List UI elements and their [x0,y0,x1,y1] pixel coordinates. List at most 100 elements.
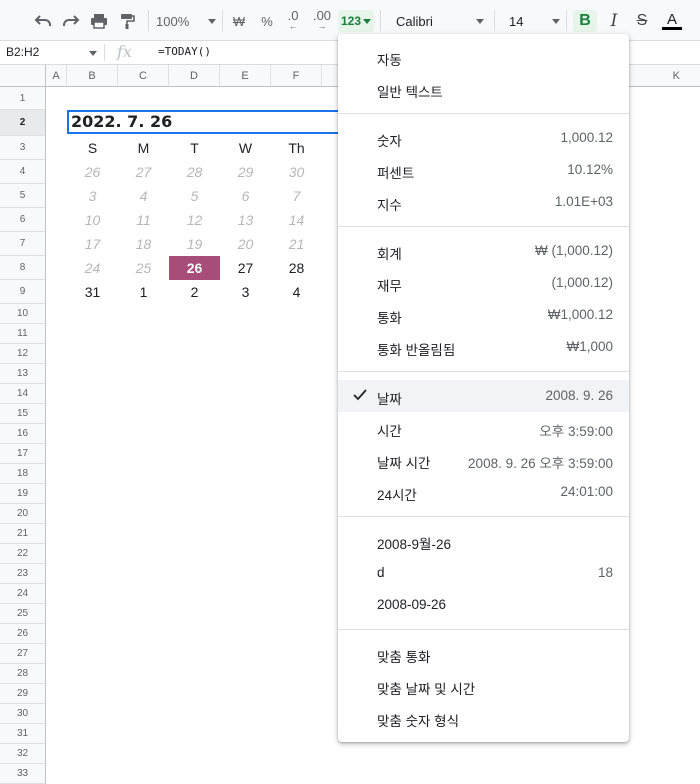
strikethrough-button[interactable]: S [631,10,653,32]
weekday-header[interactable]: Th [271,136,322,160]
chevron-down-icon[interactable] [89,51,97,56]
column-header-a[interactable]: A [46,65,67,87]
format-option[interactable]: 일반 텍스트 [338,73,629,105]
row-header-32[interactable]: 32 [0,744,46,764]
title-cell[interactable]: 2022. 7. 26 [67,110,342,134]
calendar-cell[interactable]: 4 [271,280,322,304]
calendar-cell[interactable]: 25 [118,256,169,280]
row-header-22[interactable]: 22 [0,544,46,564]
calendar-cell[interactable]: 27 [118,160,169,184]
format-option[interactable]: 통화 ₩1,000.12 [338,299,629,331]
row-header-12[interactable]: 12 [0,344,46,364]
row-header-11[interactable]: 11 [0,324,46,344]
calendar-cell[interactable]: 7 [271,184,322,208]
format-option[interactable]: 시간 오후 3:59:00 [338,412,629,444]
more-formats-button[interactable]: 123 [338,10,374,32]
formula-input[interactable]: =TODAY() [158,45,211,58]
text-color-button[interactable]: A [660,10,684,32]
format-option[interactable]: 2008-9월-26 [338,525,629,557]
name-box[interactable]: B2:H2 [6,45,39,59]
undo-icon[interactable] [32,10,54,32]
row-header-5[interactable]: 5 [0,184,46,208]
zoom-select[interactable]: 100% [156,10,216,32]
calendar-cell[interactable]: 2 [169,280,220,304]
row-header-33[interactable]: 33 [0,764,46,784]
select-all-corner[interactable] [0,65,46,87]
row-header-6[interactable]: 6 [0,208,46,232]
weekday-header[interactable]: M [118,136,169,160]
row-header-1[interactable]: 1 [0,87,46,110]
row-header-15[interactable]: 15 [0,404,46,424]
calendar-cell[interactable]: 1 [118,280,169,304]
calendar-cell[interactable]: 12 [169,208,220,232]
calendar-cell[interactable]: 4 [118,184,169,208]
format-option[interactable]: 날짜 2008. 9. 26 [338,380,629,412]
row-header-27[interactable]: 27 [0,644,46,664]
row-header-2[interactable]: 2 [0,110,46,136]
weekday-header[interactable]: S [67,136,118,160]
format-option[interactable]: 2008-09-26 [338,589,629,621]
paint-format-icon[interactable] [116,10,138,32]
calendar-cell[interactable]: 6 [220,184,271,208]
currency-format-button[interactable]: ₩ [229,10,249,32]
row-header-31[interactable]: 31 [0,724,46,744]
row-header-28[interactable]: 28 [0,664,46,684]
calendar-cell[interactable]: 21 [271,232,322,256]
print-icon[interactable] [88,10,110,32]
row-header-25[interactable]: 25 [0,604,46,624]
calendar-cell[interactable]: 28 [271,256,322,280]
calendar-cell[interactable]: 14 [271,208,322,232]
format-option[interactable]: 맞춤 날짜 및 시간 [338,670,629,702]
column-header-d[interactable]: D [169,65,220,87]
italic-button[interactable]: I [603,10,625,32]
row-header-30[interactable]: 30 [0,704,46,724]
column-header-f[interactable]: F [271,65,322,87]
format-option[interactable]: 숫자 1,000.12 [338,122,629,154]
calendar-cell[interactable]: 27 [220,256,271,280]
calendar-cell[interactable]: 19 [169,232,220,256]
row-header-24[interactable]: 24 [0,584,46,604]
column-header-b[interactable]: B [67,65,118,87]
calendar-cell[interactable]: 24 [67,256,118,280]
row-header-13[interactable]: 13 [0,364,46,384]
calendar-cell[interactable]: 29 [220,160,271,184]
calendar-cell[interactable]: 20 [220,232,271,256]
row-header-10[interactable]: 10 [0,304,46,324]
row-header-4[interactable]: 4 [0,160,46,184]
calendar-cell[interactable]: 18 [118,232,169,256]
row-header-14[interactable]: 14 [0,384,46,404]
calendar-cell[interactable]: 17 [67,232,118,256]
calendar-cell[interactable]: 11 [118,208,169,232]
row-header-3[interactable]: 3 [0,136,46,160]
row-header-9[interactable]: 9 [0,280,46,304]
format-option[interactable]: 맞춤 숫자 형식 [338,702,629,734]
calendar-cell[interactable]: 3 [220,280,271,304]
calendar-cell[interactable]: 26 [67,160,118,184]
decrease-decimal-button[interactable]: .0 ← [282,9,304,32]
font-family-select[interactable]: Calibri [388,10,484,32]
bold-button[interactable]: B [573,10,597,32]
weekday-header[interactable]: T [169,136,220,160]
column-header-c[interactable]: C [118,65,169,87]
row-header-17[interactable]: 17 [0,444,46,464]
row-header-8[interactable]: 8 [0,256,46,280]
row-header-29[interactable]: 29 [0,684,46,704]
calendar-cell[interactable]: 28 [169,160,220,184]
calendar-cell[interactable]: 13 [220,208,271,232]
format-option[interactable]: 24시간 24:01:00 [338,476,629,508]
row-header-16[interactable]: 16 [0,424,46,444]
row-header-18[interactable]: 18 [0,464,46,484]
calendar-cell[interactable]: 3 [67,184,118,208]
today-cell[interactable]: 26 [169,256,220,280]
calendar-cell[interactable]: 10 [67,208,118,232]
format-option[interactable]: 통화 반올림됨 ₩1,000 [338,331,629,363]
calendar-cell[interactable]: 30 [271,160,322,184]
format-option[interactable]: 회계 ₩ (1,000.12) [338,235,629,267]
font-size-select[interactable]: 14 [502,10,560,32]
percent-format-button[interactable]: % [257,10,277,32]
format-option[interactable]: 자동 [338,41,629,73]
row-header-23[interactable]: 23 [0,564,46,584]
format-option[interactable]: 재무 (1,000.12) [338,267,629,299]
row-header-7[interactable]: 7 [0,232,46,256]
format-option[interactable]: 퍼센트 10.12% [338,154,629,186]
